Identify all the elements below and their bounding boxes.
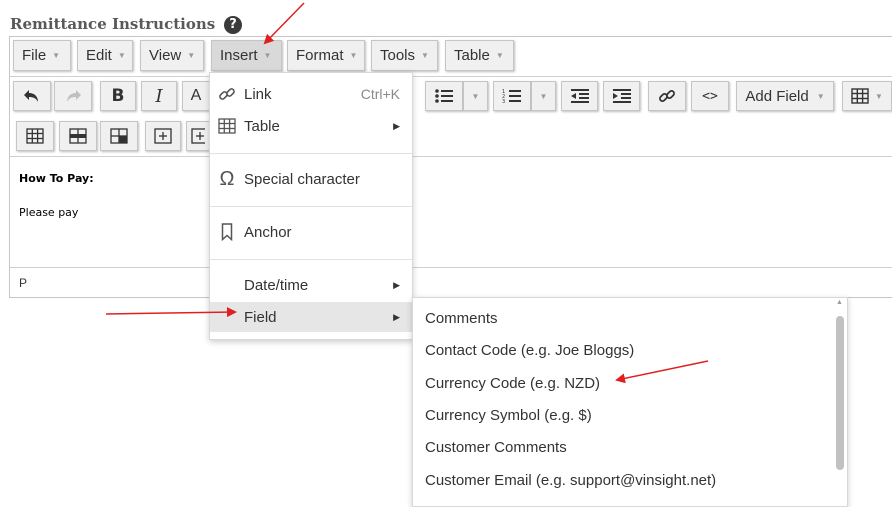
arrow-to-field-item [105, 307, 237, 318]
arrow-to-currency-code [615, 360, 709, 384]
annotation-arrows [105, 2, 709, 384]
arrow-to-insert-menu [263, 2, 305, 45]
